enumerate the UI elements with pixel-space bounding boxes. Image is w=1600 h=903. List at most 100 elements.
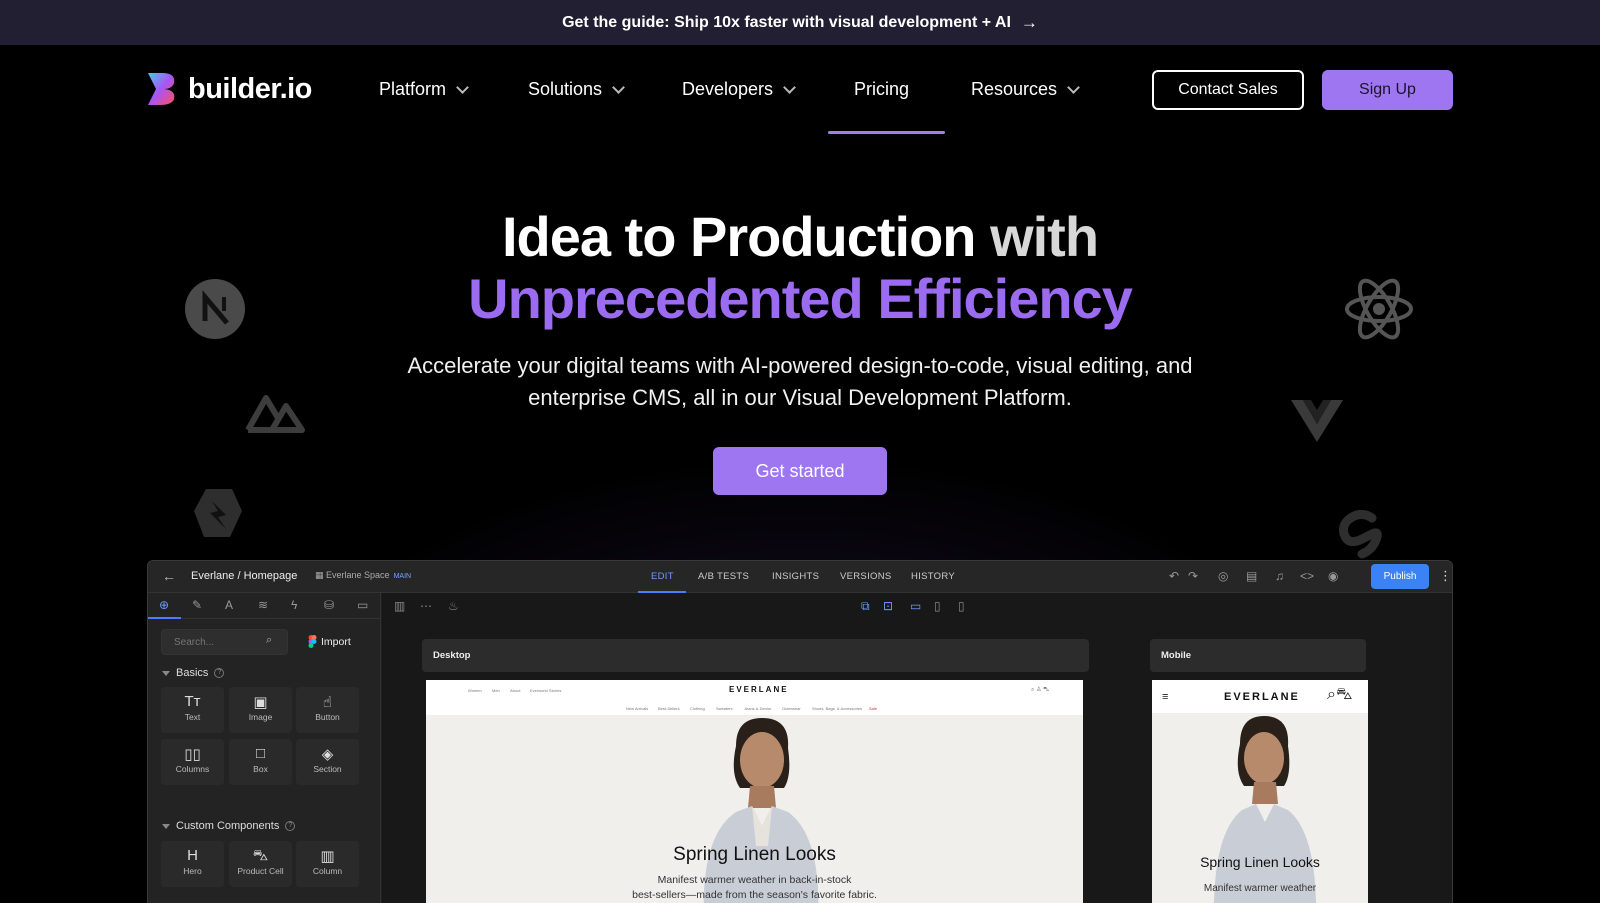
chevron-down-icon (612, 80, 625, 94)
builder-logo[interactable]: builder.io (146, 71, 312, 107)
nav-item-platform[interactable]: Platform (379, 79, 469, 100)
insert-panel: ⊕ ✎ A ≋ ϟ ⛁ ▭ ⌕ Import Basics ? Tт Text ▣… (148, 593, 381, 903)
import-label: Import (321, 635, 351, 648)
desktop-icon[interactable]: ▭ (910, 599, 921, 613)
help-icon: ? (285, 821, 296, 831)
typography-icon[interactable]: A (225, 598, 233, 612)
block-button[interactable]: ☝ Button (296, 687, 359, 733)
block-label: Product Cell (237, 866, 284, 876)
database-icon[interactable]: ⛁ (324, 598, 334, 612)
site-link: About (510, 688, 521, 693)
editor-breadcrumb: Everlane / Homepage (191, 570, 298, 582)
nav-item-developers[interactable]: Developers (682, 79, 796, 100)
nuxt-icon (244, 390, 306, 434)
chevron-down-icon (1067, 80, 1080, 94)
block-columns[interactable]: ▯▯ Columns (161, 739, 224, 785)
custom-components-section[interactable]: Custom Components ? (162, 820, 296, 832)
fire-icon[interactable]: ♨ (448, 599, 459, 613)
insert-icon[interactable]: ⊕ (159, 598, 169, 612)
back-arrow-icon[interactable]: ← (162, 568, 176, 584)
panel-tool-row: ⊕ ✎ A ≋ ϟ ⛁ ▭ (148, 593, 381, 619)
site-link: Women (468, 688, 482, 693)
nav-item-resources[interactable]: Resources (971, 79, 1080, 100)
tab-insights[interactable]: INSIGHTS (772, 571, 819, 582)
nav-label: Platform (379, 79, 447, 99)
help-icon: ? (214, 668, 225, 678)
block-label: Section (313, 764, 342, 774)
search-icon: ⌕ (266, 634, 273, 646)
tablet-icon[interactable]: ▯ (934, 599, 941, 613)
text-icon: Tт (184, 693, 201, 710)
code-icon[interactable]: <> (1300, 569, 1314, 583)
style-icon[interactable]: ✎ (192, 598, 202, 612)
site-link: Men (492, 688, 500, 693)
arrow-right-icon[interactable]: → (1021, 13, 1038, 33)
block-text[interactable]: Tт Text (161, 687, 224, 733)
hero-subtitle: Accelerate your digital teams with AI-po… (407, 353, 1193, 410)
hero-title-main: Idea to Production (501, 205, 977, 268)
block-hero[interactable]: H Hero (161, 841, 224, 887)
category-link: Clothing (690, 706, 705, 711)
comment-icon[interactable]: ▭ (357, 598, 368, 612)
nav-label: Pricing (854, 79, 910, 99)
eye-icon[interactable]: ◉ (1328, 569, 1338, 583)
editor-toolbar: ← Everlane / Homepage ▦ Everlane Space MA… (148, 561, 1452, 593)
chevron-down-icon (783, 80, 796, 94)
mobile-preview-frame[interactable]: ≡ EVERLANE ⌕⛍ Spring Linen Looks Manifes… (1152, 680, 1368, 903)
announcement-text[interactable]: Get the guide: Ship 10x faster with visu… (562, 14, 1011, 32)
tab-versions[interactable]: VERSIONS (840, 571, 892, 582)
section-icon: ◈ (321, 746, 334, 763)
mobile-icon[interactable]: ▯ (958, 599, 965, 613)
sign-up-button[interactable]: Sign Up (1322, 70, 1453, 110)
block-label: Image (248, 712, 273, 722)
figma-icon (308, 635, 317, 648)
block-product-cell[interactable]: ⛍ Product Cell (229, 841, 292, 887)
desktop-preview-frame[interactable]: Women Men About Everworld Stories EVERLA… (426, 680, 1083, 903)
desktop-hero-title: Spring Linen Looks (673, 844, 836, 865)
undo-icon[interactable]: ↶ (1169, 569, 1179, 583)
nav-item-pricing[interactable]: Pricing (854, 79, 909, 100)
mobile-site-nav: ≡ EVERLANE ⌕⛍ (1152, 680, 1368, 714)
block-box[interactable]: □ Box (229, 739, 292, 785)
layout-icon[interactable]: ▥ (394, 599, 405, 613)
space-selector[interactable]: ▦ Everlane Space MAIN (315, 570, 411, 581)
bell-icon[interactable]: ♫ (1275, 569, 1284, 583)
hero-title-line2: Unprecedented Efficiency (468, 267, 1133, 330)
nav-label: Resources (971, 79, 1058, 99)
tab-ab-tests[interactable]: A/B TESTS (698, 571, 749, 582)
nav-item-solutions[interactable]: Solutions (528, 79, 625, 100)
tab-history[interactable]: HISTORY (911, 571, 955, 582)
search-cart-icons: ⌕⛍ (1327, 686, 1353, 703)
responsive-icon[interactable]: ⧉ (861, 599, 870, 614)
collapse-triangle-icon (162, 670, 170, 676)
import-button[interactable]: Import (308, 635, 351, 648)
block-column[interactable]: ▥ Column (296, 841, 359, 887)
spacing-icon[interactable]: ⋯ (420, 599, 432, 613)
image-icon: ▣ (253, 694, 268, 711)
more-options-icon[interactable]: ⋮ (1439, 568, 1452, 584)
calendar-icon[interactable]: ▤ (1246, 569, 1257, 583)
get-started-button[interactable]: Get started (713, 447, 887, 495)
hamburger-icon: ≡ (1162, 691, 1169, 703)
block-image[interactable]: ▣ Image (229, 687, 292, 733)
lightning-icon[interactable]: ϟ (291, 598, 297, 612)
publish-button[interactable]: Publish (1371, 564, 1429, 589)
block-label: Hero (183, 866, 202, 876)
desktop-hero-text-2: best-sellers—made from the season's favo… (632, 889, 877, 901)
mobile-site-brand: EVERLANE (1224, 691, 1300, 703)
select-icon[interactable]: ⊡ (883, 599, 893, 613)
announcement-bar[interactable]: Get the guide: Ship 10x faster with visu… (0, 0, 1600, 45)
target-icon[interactable]: ◎ (1218, 569, 1228, 583)
redo-icon[interactable]: ↷ (1188, 569, 1198, 583)
space-label: Everlane Space (326, 570, 390, 580)
tab-edit[interactable]: EDIT (651, 571, 674, 582)
contact-sales-button[interactable]: Contact Sales (1152, 70, 1304, 110)
main-nav: builder.io Platform Solutions Developers… (0, 45, 1600, 137)
basics-section[interactable]: Basics ? (162, 667, 225, 679)
block-section[interactable]: ◈ Section (296, 739, 359, 785)
logo-text: builder.io (188, 72, 312, 105)
block-label: Box (253, 764, 268, 774)
block-label: Columns (175, 764, 210, 774)
layers-icon[interactable]: ≋ (258, 598, 268, 612)
collapse-triangle-icon (162, 823, 170, 829)
